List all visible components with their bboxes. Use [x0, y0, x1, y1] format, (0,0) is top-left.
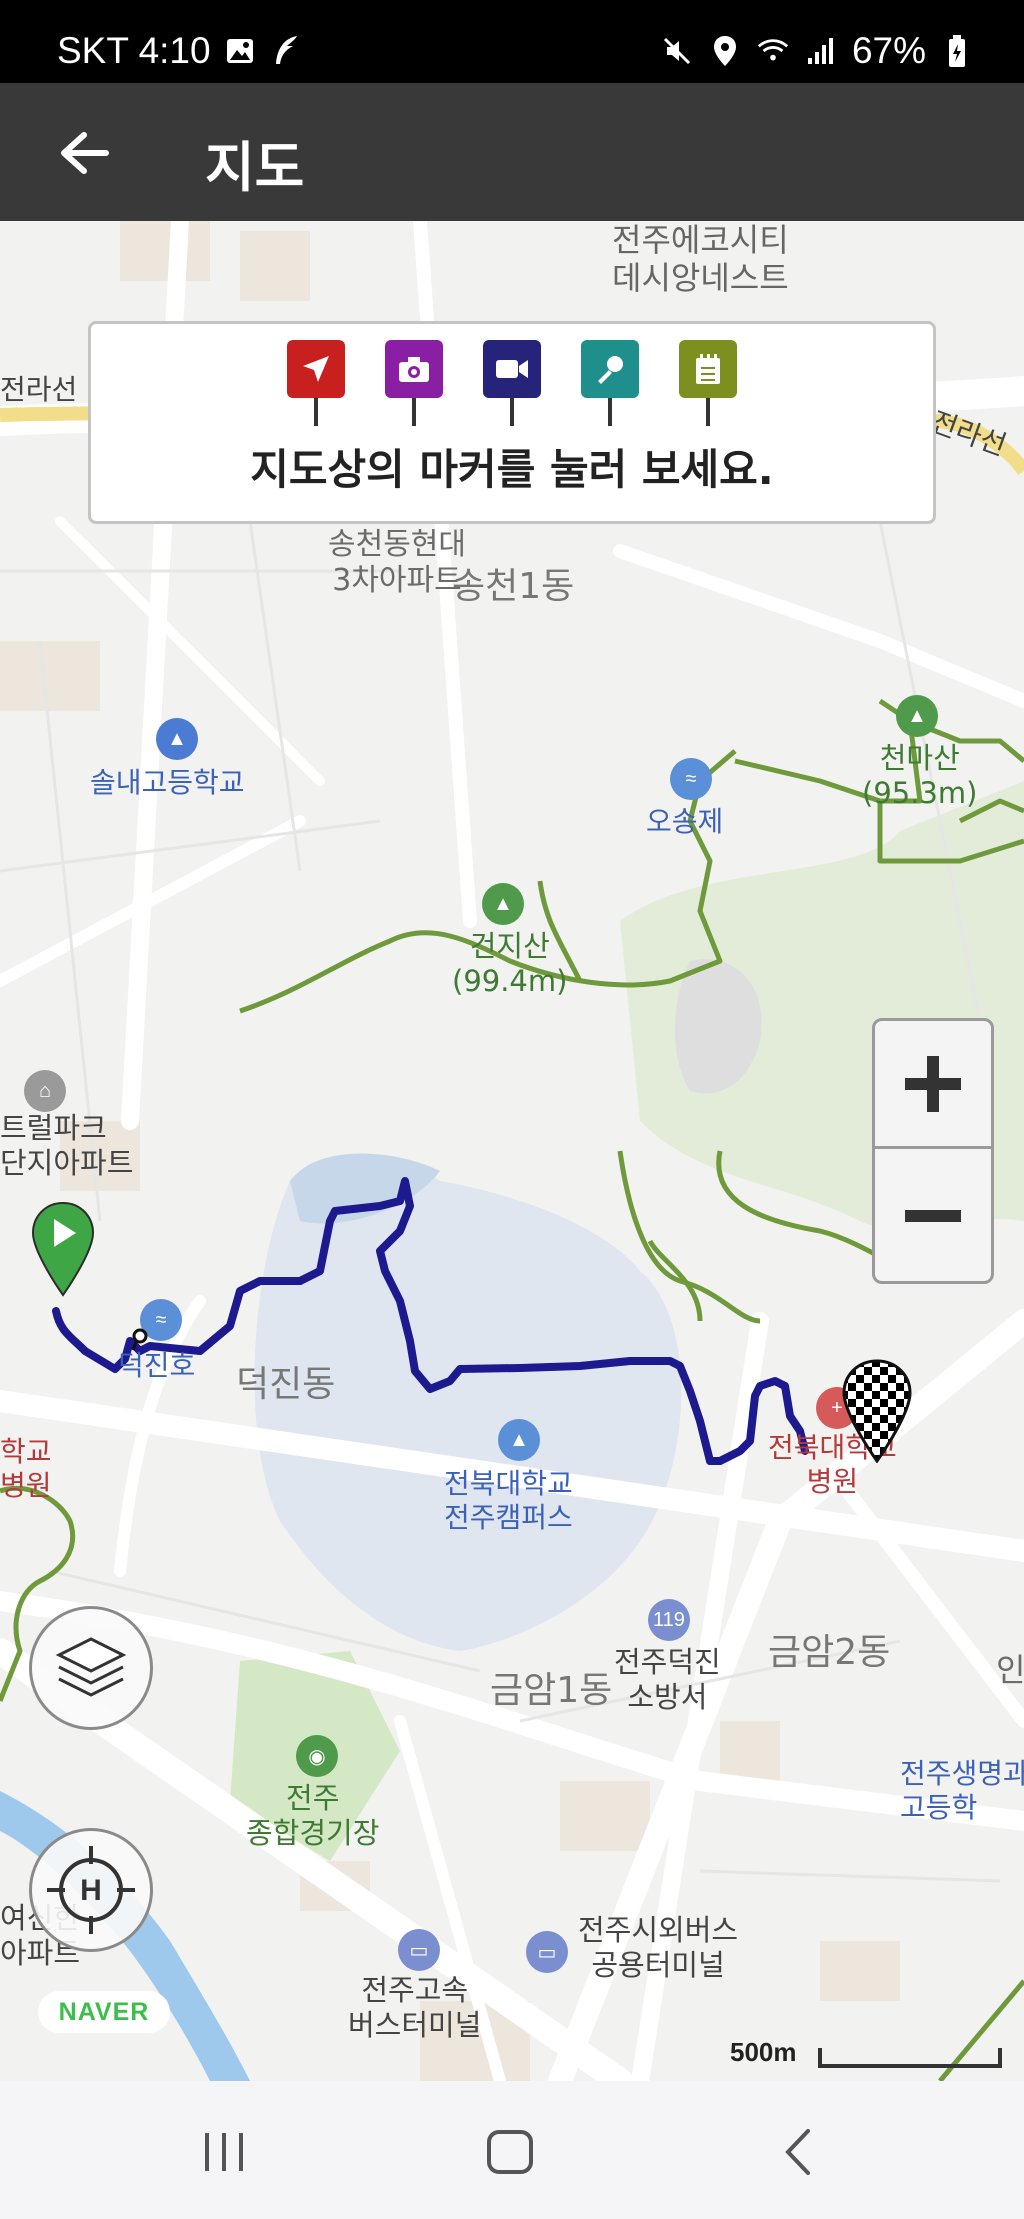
home-icon	[487, 2130, 533, 2174]
map-label-ecocity: 전주에코시티 데시앙네스트	[612, 221, 789, 298]
home-button[interactable]	[470, 2117, 550, 2187]
plus-icon	[905, 1055, 961, 1112]
svg-text:H: H	[80, 1874, 102, 1907]
notepad-icon	[679, 340, 737, 398]
status-bar: SKT 4:10 67%	[0, 0, 1024, 83]
zoom-control	[872, 1018, 994, 1284]
map-label-left-hospital: 학교 병원	[0, 1435, 52, 1502]
map-layers-button[interactable]	[29, 1606, 153, 1730]
reservoir-icon: ≈	[670, 758, 712, 800]
university-icon: ▲	[498, 1419, 540, 1461]
recent-apps-button[interactable]	[184, 2117, 264, 2187]
legend-marker-photo	[385, 340, 443, 430]
map-label-songcheon-hyundai: 송천동현대 3차아파트	[328, 527, 466, 598]
naver-logo: NAVER	[38, 1991, 170, 2033]
map-label-intercity-terminal: 전주시외버스 공용터미널	[578, 1913, 739, 1982]
route-end-marker[interactable]	[840, 1359, 914, 1464]
map-label-deokjin-dong: 덕진동	[236, 1364, 336, 1405]
map-label-sollae-school: 솔내고등학교	[90, 766, 245, 799]
map-label-central-park: 트럴파크 단지아파트	[0, 1111, 134, 1180]
map-label-geumam1: 금암1동	[490, 1670, 613, 1711]
map-label-jeonju-stadium: 전주 종합경기장	[246, 1781, 380, 1850]
map-label-jeonju-life-school: 전주생명과 고등학	[900, 1757, 1024, 1824]
microphone-icon	[581, 340, 639, 398]
layers-icon	[55, 1637, 127, 1697]
legend-marker-memo	[679, 340, 737, 430]
mute-icon	[660, 34, 694, 68]
map-label-osongje: 오송제	[646, 805, 724, 838]
camera-icon	[385, 340, 443, 398]
fire-station-icon: 119	[648, 1599, 690, 1641]
map-label-deokjinho: 덕진호	[118, 1349, 196, 1382]
legend-marker-audio	[581, 340, 639, 430]
chevron-left-icon	[785, 2129, 810, 2175]
school-icon: ▲	[156, 718, 198, 760]
back-button[interactable]	[44, 113, 124, 193]
marker-legend-card: 지도상의 마커를 눌러 보세요.	[88, 321, 936, 524]
signal-icon	[804, 34, 838, 68]
map-label-jbnu: 전북대학교 전주캠퍼스	[444, 1467, 573, 1534]
start-flag-icon	[31, 1201, 95, 1297]
video-camera-icon	[483, 340, 541, 398]
stadium-icon: ◉	[296, 1735, 338, 1777]
waypoint-marker[interactable]	[130, 1328, 150, 1352]
apartment-icon: ⌂	[24, 1070, 66, 1112]
zoom-out-button[interactable]	[875, 1152, 991, 1280]
bus-terminal-icon: ▭	[526, 1931, 568, 1973]
finish-checkered-flag-icon	[842, 1359, 912, 1464]
scale-bar	[818, 2048, 1002, 2068]
battery-icon	[940, 34, 974, 68]
current-location-button[interactable]: H	[29, 1828, 153, 1952]
scale-label: 500m	[730, 2037, 797, 2067]
mountain-icon: ▲	[482, 883, 524, 925]
map-label-songcheon1: 송천1동	[452, 566, 575, 607]
feather-icon	[269, 34, 303, 68]
map-label-jeolla-line-left: 전라선	[0, 373, 78, 406]
map-label-geumam2: 금암2동	[768, 1632, 891, 1673]
gallery-icon	[223, 34, 257, 68]
mountain-icon: ▲	[896, 695, 938, 737]
bus-terminal-icon: ▭	[398, 1929, 440, 1971]
route-start-marker[interactable]	[30, 1201, 96, 1297]
location-icon	[708, 34, 742, 68]
legend-instruction: 지도상의 마커를 눌러 보세요.	[250, 445, 774, 494]
map-label-express-terminal: 전주고속 버스터미널	[348, 1973, 482, 2042]
page-title: 지도	[205, 136, 305, 199]
back-arrow-icon	[61, 132, 109, 174]
minus-icon	[905, 1210, 961, 1222]
zoom-in-button[interactable]	[875, 1021, 991, 1149]
recent-apps-icon	[205, 2133, 243, 2171]
app-header: 지도	[0, 83, 1024, 221]
system-back-button[interactable]	[758, 2117, 838, 2187]
legend-marker-navigation	[287, 340, 345, 430]
map-label-edge: 인	[996, 1651, 1024, 1689]
map-view[interactable]: 전주에코시티 데시앙네스트 전라선 전라선 송천동현대 3차아파트 송천1동 ▲…	[0, 221, 1024, 2081]
legend-marker-video	[483, 340, 541, 430]
map-label-deokjin-fire: 전주덕진 소방서	[614, 1645, 721, 1714]
map-label-cheonmasan: 천마산 (95.3m)	[862, 741, 978, 810]
system-nav-bar	[0, 2081, 1024, 2219]
wifi-icon	[756, 34, 790, 68]
navigation-arrow-icon	[287, 340, 345, 398]
carrier-time: SKT 4:10	[57, 30, 211, 71]
map-label-geonjisan: 건지산 (99.4m)	[452, 929, 568, 998]
battery-level: 67%	[851, 30, 926, 71]
current-location-icon: H	[47, 1846, 135, 1934]
